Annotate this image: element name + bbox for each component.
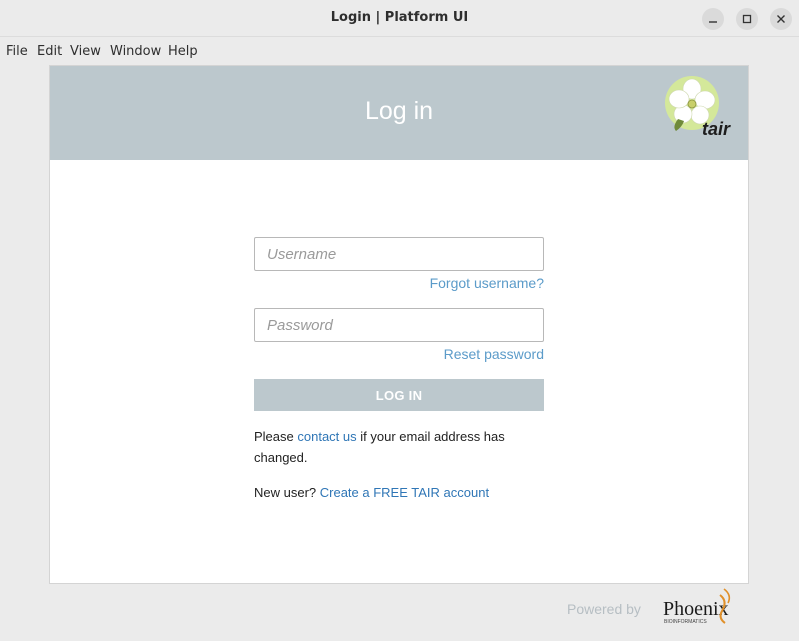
new-user-pre: New user? [254,485,320,500]
minimize-icon [709,21,717,23]
maximize-icon [742,14,752,24]
login-button[interactable]: LOG IN [254,379,544,411]
powered-by-label: Powered by [567,601,641,617]
menu-bar: File Edit View Window Help [0,38,799,64]
phoenix-sub-text: BIOINFORMATICS [664,619,707,625]
minimize-button[interactable] [702,8,724,30]
email-change-note: Please contact us if your email address … [254,426,544,468]
tair-logo-icon: tair [665,76,731,139]
password-input[interactable] [254,308,544,342]
new-user-note: New user? Create a FREE TAIR account [254,482,544,503]
phoenix-brand-text: Phoenix [663,598,729,620]
contact-us-link[interactable]: contact us [297,429,356,444]
phoenix-logo-icon: Phoenix BIOINFORMATICS [663,588,731,625]
logo-text: tair [702,119,731,139]
close-icon [777,15,785,23]
login-header: Log in tair [50,66,748,160]
forgot-username-link[interactable]: Forgot username? [254,275,544,291]
page-title: Log in [364,97,434,125]
maximize-button[interactable] [736,8,758,30]
create-account-link[interactable]: Create a FREE TAIR account [320,485,489,500]
window-title: Login | Platform UI [330,10,469,25]
login-card: Log in tair Forgot username? Reset passw… [49,65,749,584]
menu-edit[interactable]: Edit [37,44,62,59]
reset-password-link[interactable]: Reset password [254,346,544,362]
menu-view[interactable]: View [70,44,101,59]
username-input[interactable] [254,237,544,271]
close-button[interactable] [770,8,792,30]
menu-file[interactable]: File [6,44,28,59]
menu-help[interactable]: Help [168,44,198,59]
menu-window[interactable]: Window [110,44,161,59]
email-note-pre: Please [254,429,298,444]
title-bar: Login | Platform UI [0,0,799,37]
